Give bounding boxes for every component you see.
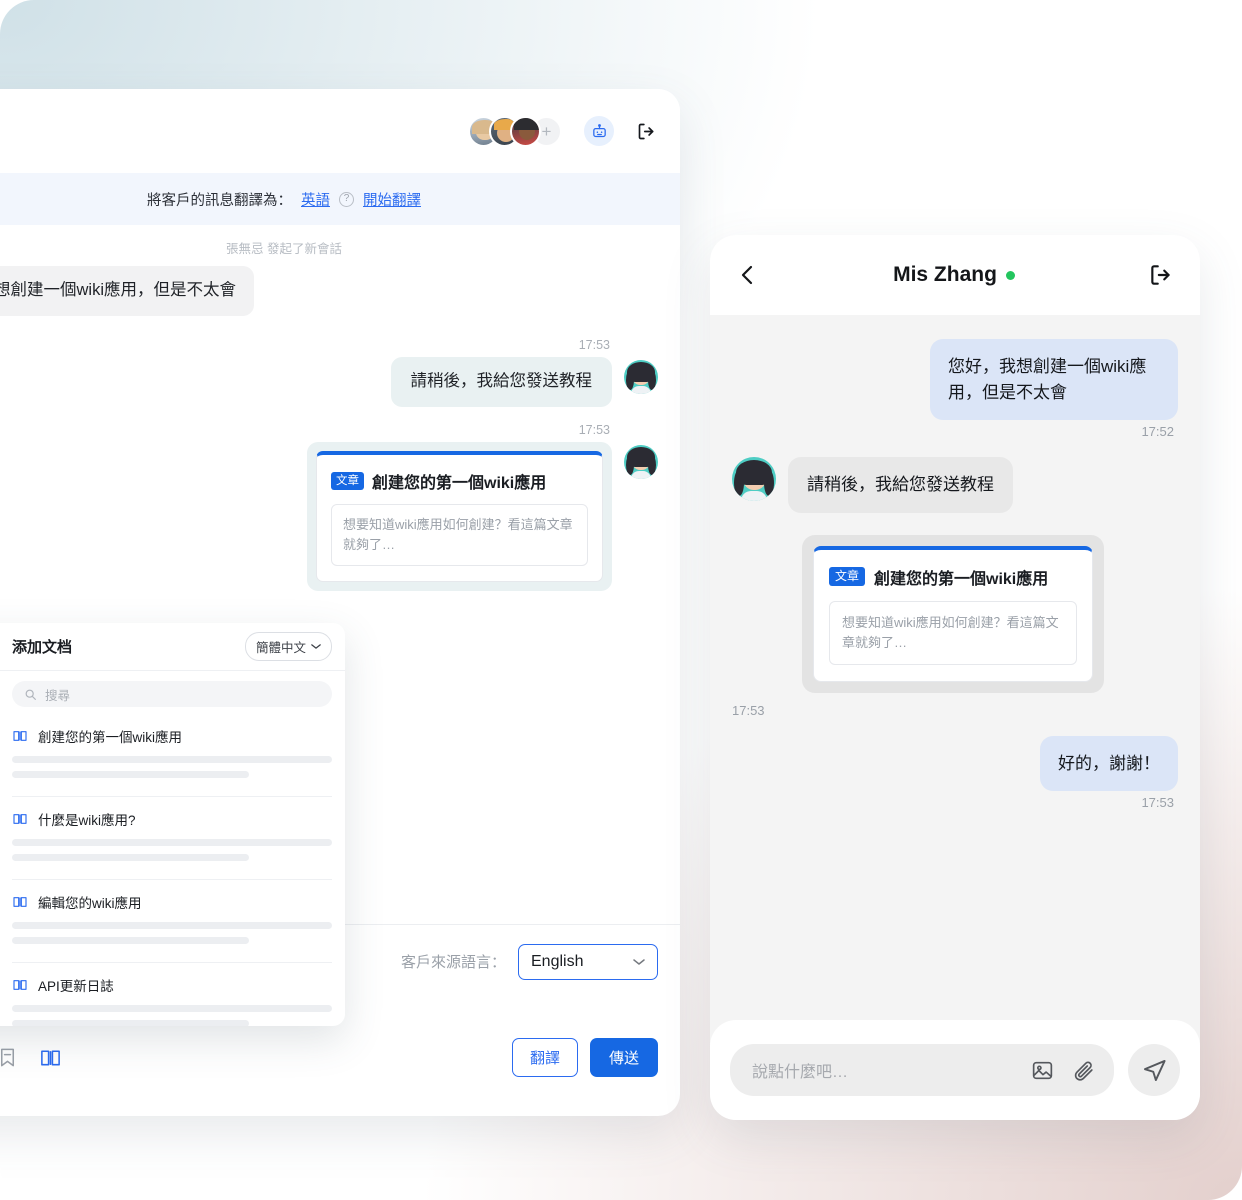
message-bubble-outgoing: 好的，謝謝！ bbox=[1040, 735, 1178, 792]
message-time: 17:53 bbox=[732, 702, 765, 718]
list-item-label: 編輯您的wiki應用 bbox=[38, 896, 142, 911]
list-item[interactable]: API更新日誌 bbox=[12, 962, 332, 1026]
robot-icon[interactable] bbox=[584, 116, 614, 146]
contact-name: Mis Zhang bbox=[893, 263, 997, 286]
document-search-wrap: 搜尋 bbox=[0, 671, 345, 714]
list-item-label: 什麼是wiki應用? bbox=[38, 813, 136, 828]
article-card[interactable]: 文章 創建您的第一個wiki應用 想要知道wiki應用如何創建？看這篇文章就夠了… bbox=[316, 450, 603, 583]
system-note: 張無忌 發起了新會話 bbox=[226, 242, 342, 256]
translate-target-language[interactable]: 英語 bbox=[301, 189, 330, 210]
paperclip-icon[interactable] bbox=[1071, 1058, 1096, 1083]
search-input[interactable]: 搜尋 bbox=[12, 681, 332, 707]
outgoing-wrapper: 17:53 請稍後，我給您發送教程 bbox=[390, 337, 612, 407]
message-time: 17:53 bbox=[578, 422, 610, 437]
message-input-placeholder: 說點什麼吧… bbox=[752, 1064, 849, 1081]
message-bubble-outgoing: 請稍後，我給您發送教程 bbox=[390, 356, 612, 407]
image-icon[interactable] bbox=[1030, 1058, 1055, 1083]
question-circle-icon[interactable]: ? bbox=[339, 191, 354, 207]
logout-icon[interactable] bbox=[634, 119, 658, 143]
translate-button[interactable]: 翻譯 bbox=[511, 1037, 578, 1077]
book-icon bbox=[12, 728, 28, 744]
logout-icon[interactable] bbox=[1148, 262, 1174, 288]
app-canvas: + 將客戶的訊息翻譯為： 英語 ? 開始翻譯 張無忌 發起了新會話 想創建一個w… bbox=[0, 0, 1242, 1200]
skeleton-line bbox=[12, 771, 249, 778]
desktop-message-list: 您好，我想創建一個wiki應用，但是不太會 17:53 請稍後，我給您發送教程 … bbox=[0, 266, 680, 592]
outgoing-wrapper: 17:53 文章 創建您的第一個wiki應用 想要知道wiki應用如何創建？看這… bbox=[307, 422, 612, 592]
chevron-left-icon[interactable] bbox=[736, 263, 760, 287]
search-icon bbox=[24, 688, 37, 701]
send-button[interactable]: 傳送 bbox=[589, 1037, 658, 1077]
status-badge bbox=[1005, 270, 1015, 280]
article-card-shell[interactable]: 文章 創建您的第一個wiki應用 想要知道wiki應用如何創建？看這篇文章就夠了… bbox=[802, 534, 1104, 693]
list-item-label: 創建您的第一個wiki應用 bbox=[38, 730, 182, 745]
message-row: 請稍後，我給您發送教程 bbox=[732, 457, 1178, 513]
composer-tool-icons bbox=[0, 1046, 62, 1069]
composer-buttons: 翻譯 傳送 bbox=[511, 1037, 658, 1077]
translate-banner: 將客戶的訊息翻譯為： 英語 ? 開始翻譯 bbox=[0, 173, 680, 225]
document-language-value: 簡體中文 bbox=[255, 641, 306, 655]
skeleton-line bbox=[12, 839, 332, 846]
chevron-down-icon bbox=[311, 643, 321, 650]
article-tag: 文章 bbox=[829, 567, 866, 586]
book-icon bbox=[12, 811, 28, 827]
translate-banner-prefix: 將客戶的訊息翻譯為： bbox=[147, 192, 292, 209]
skeleton-line bbox=[12, 1005, 332, 1012]
list-item-label: API更新日誌 bbox=[38, 979, 114, 994]
message-row: 您好，我想創建一個wiki應用，但是不太會 bbox=[0, 266, 658, 316]
message-time: 17:53 bbox=[578, 337, 610, 352]
document-language-selector[interactable]: 簡體中文 bbox=[244, 632, 332, 661]
mobile-chat-window: Mis Zhang 您好，我想創建一個wiki應用，但是不太會 17:52 請稍… bbox=[710, 235, 1200, 1120]
message-row: 17:53 文章 創建您的第一個wiki應用 想要知道wiki應用如何創建？看這… bbox=[0, 422, 658, 592]
desktop-header: + bbox=[0, 89, 680, 173]
mobile-message-list: 您好，我想創建一個wiki應用，但是不太會 17:52 請稍後，我給您發送教程 … bbox=[710, 315, 1200, 1020]
chevron-down-icon bbox=[633, 958, 645, 966]
message-time: 17:52 bbox=[1141, 424, 1174, 439]
message-row: 17:53 請稍後，我給您發送教程 bbox=[0, 338, 658, 407]
message-input[interactable]: 說點什麼吧… bbox=[730, 1044, 1114, 1096]
skeleton-line bbox=[12, 922, 332, 929]
avatar bbox=[732, 457, 776, 501]
add-document-title: 添加文档 bbox=[12, 639, 73, 656]
mobile-composer: 說點什麼吧… bbox=[710, 1020, 1200, 1120]
skeleton-line bbox=[12, 756, 332, 763]
list-item[interactable]: 創建您的第一個wiki應用 bbox=[12, 714, 332, 796]
article-title: 創建您的第一個wiki應用 bbox=[372, 474, 547, 492]
message-bubble-incoming: 您好，我想創建一個wiki應用，但是不太會 bbox=[0, 266, 254, 316]
agent-avatar-stack[interactable]: + bbox=[468, 115, 562, 147]
skeleton-line bbox=[12, 1020, 249, 1026]
message-bubble-outgoing: 您好，我想創建一個wiki應用，但是不太會 bbox=[930, 339, 1178, 420]
search-placeholder: 搜尋 bbox=[45, 688, 71, 703]
book-icon bbox=[12, 977, 28, 993]
start-translate-link[interactable]: 開始翻譯 bbox=[363, 189, 421, 210]
article-card[interactable]: 文章 創建您的第一個wiki應用 想要知道wiki應用如何創建？看這篇文章就夠了… bbox=[813, 545, 1093, 682]
document-list: 創建您的第一個wiki應用 什麼是wiki應用? 編輯您的wiki應用 API更… bbox=[0, 714, 345, 1026]
send-icon[interactable] bbox=[1128, 1044, 1180, 1096]
message-row: 好的，謝謝！ bbox=[732, 735, 1178, 792]
source-language-label: 客戶來源語言： bbox=[400, 954, 506, 971]
source-language-value: English bbox=[531, 952, 584, 970]
mobile-header: Mis Zhang bbox=[710, 235, 1200, 315]
article-card-shell[interactable]: 文章 創建您的第一個wiki應用 想要知道wiki應用如何創建？看這篇文章就夠了… bbox=[307, 441, 612, 592]
article-title: 創建您的第一個wiki應用 bbox=[874, 570, 1049, 588]
source-language-select[interactable]: English bbox=[518, 943, 658, 980]
article-excerpt: 想要知道wiki應用如何創建？看這篇文章就夠了… bbox=[829, 600, 1077, 665]
skeleton-line bbox=[12, 937, 249, 944]
skeleton-line bbox=[12, 854, 249, 861]
book-icon bbox=[12, 894, 28, 910]
list-item[interactable]: 什麼是wiki應用? bbox=[12, 796, 332, 879]
page-title: Mis Zhang bbox=[893, 263, 1015, 287]
message-time: 17:53 bbox=[1141, 795, 1174, 811]
message-row: 您好，我想創建一個wiki應用，但是不太會 bbox=[732, 339, 1178, 420]
avatar bbox=[624, 359, 658, 394]
list-item[interactable]: 編輯您的wiki應用 bbox=[12, 879, 332, 962]
article-excerpt: 想要知道wiki應用如何創建？看這篇文章就夠了… bbox=[331, 503, 588, 567]
avatar bbox=[624, 444, 658, 479]
bookmark-icon[interactable] bbox=[0, 1046, 19, 1069]
knowledge-base-icon[interactable] bbox=[39, 1046, 62, 1069]
add-document-header: 添加文档 簡體中文 bbox=[0, 623, 345, 671]
add-document-panel: 添加文档 簡體中文 搜尋 創建您的第一個wiki應用 什麼是wiki應用? 編輯… bbox=[0, 623, 345, 1026]
avatar bbox=[510, 115, 541, 147]
message-bubble-incoming: 請稍後，我給您發送教程 bbox=[788, 457, 1013, 513]
article-tag: 文章 bbox=[331, 471, 364, 491]
